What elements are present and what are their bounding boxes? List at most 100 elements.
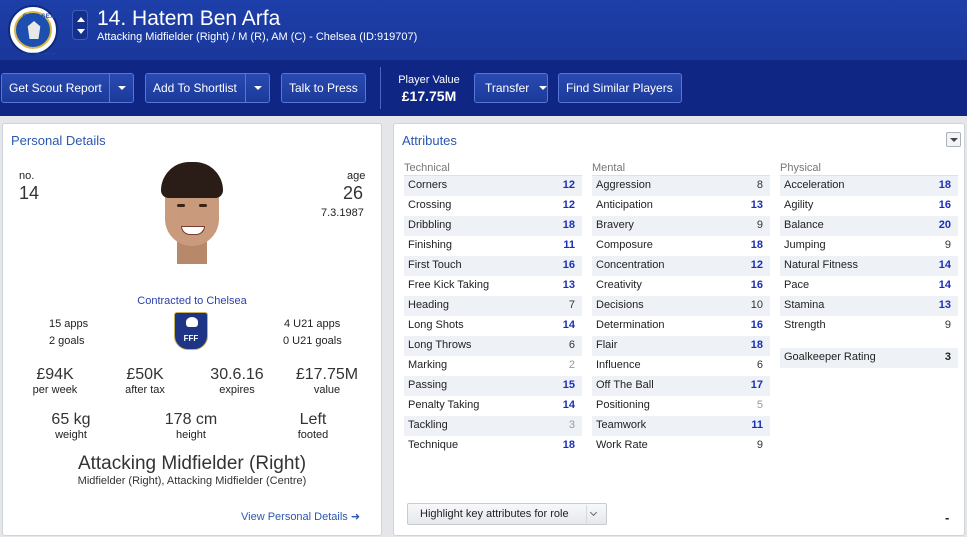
chevron-down-icon[interactable]	[109, 74, 133, 102]
attribute-value: 18	[562, 439, 575, 451]
attribute-name: Bravery	[596, 219, 634, 231]
attribute-row[interactable]: Jumping 9	[780, 236, 958, 256]
attribute-name: Marking	[408, 359, 448, 371]
attribute-row[interactable]: Agility 16	[780, 196, 958, 216]
attribute-value: 9	[944, 319, 951, 331]
attribute-value: 12	[562, 199, 575, 211]
wage-label: per week	[32, 384, 78, 396]
scout-report-button[interactable]: Get Scout Report	[1, 73, 134, 103]
attribute-name: Decisions	[596, 299, 644, 311]
attribute-name: Pace	[784, 279, 810, 291]
attribute-row[interactable]: Strength 9	[780, 316, 958, 336]
attribute-name: Aggression	[596, 179, 652, 191]
attribute-row[interactable]: Natural Fitness 14	[780, 256, 958, 276]
talk-to-press-button[interactable]: Talk to Press	[281, 73, 366, 103]
player-header: CHELSEA FOOTBALL CLUB 14. Hatem Ben Arfa…	[0, 0, 967, 60]
attribute-row[interactable]: Flair 18	[592, 336, 770, 356]
find-similar-players-button[interactable]: Find Similar Players	[558, 73, 682, 103]
attribute-row[interactable]: Marking 2	[404, 356, 582, 376]
attribute-row[interactable]: Crossing 12	[404, 196, 582, 216]
attribute-row[interactable]: Anticipation 13	[592, 196, 770, 216]
attribute-value: 9	[944, 239, 951, 251]
chevron-down-icon	[531, 74, 547, 102]
after-tax-label: after tax	[125, 384, 165, 396]
attribute-row[interactable]: Creativity 16	[592, 276, 770, 296]
attribute-row[interactable]: Long Throws 6	[404, 336, 582, 356]
attribute-row[interactable]: Long Shots 14	[404, 316, 582, 336]
attribute-row[interactable]: Pace 14	[780, 276, 958, 296]
attribute-row[interactable]: Technique 18	[404, 436, 582, 456]
attribute-row[interactable]: Decisions 10	[592, 296, 770, 316]
panel-options-dropdown[interactable]	[946, 132, 961, 147]
player-value: £17.75M	[401, 88, 457, 104]
shirt-number: 14	[19, 183, 40, 203]
attribute-row[interactable]: Composure 18	[592, 236, 770, 256]
player-title: 14. Hatem Ben Arfa	[97, 7, 281, 30]
attribute-row[interactable]: Stamina 13	[780, 296, 958, 316]
attribute-row[interactable]: Dribbling 18	[404, 216, 582, 236]
attribute-row[interactable]: Balance 20	[780, 216, 958, 236]
attribute-value: 13	[750, 199, 763, 211]
attribute-row[interactable]: Finishing 11	[404, 236, 582, 256]
panel-title: Attributes	[402, 133, 457, 148]
attribute-row[interactable]: Corners 12	[404, 176, 582, 196]
arrow-down-icon[interactable]	[77, 29, 85, 34]
shirt-number-label: no.	[19, 170, 35, 182]
secondary-positions: Midfielder (Right), Attacking Midfielder…	[77, 475, 307, 487]
attribute-name: Corners	[408, 179, 448, 191]
attribute-row[interactable]: Free Kick Taking 13	[404, 276, 582, 296]
attribute-row[interactable]: Penalty Taking 14	[404, 396, 582, 416]
club-crest-icon[interactable]: CHELSEA FOOTBALL CLUB	[8, 5, 58, 56]
after-tax: £50K	[126, 366, 164, 383]
national-team-badge-icon[interactable]: FFF	[174, 312, 208, 350]
attribute-value: 2	[568, 359, 575, 371]
attribute-row[interactable]: Tackling 3	[404, 416, 582, 436]
highlight-attributes-dropdown[interactable]: Highlight key attributes for role	[407, 503, 607, 525]
attribute-row[interactable]: Influence 6	[592, 356, 770, 376]
contract-expires: 30.6.16	[210, 366, 264, 383]
add-shortlist-button[interactable]: Add To Shortlist	[145, 73, 270, 103]
attribute-name: Technique	[408, 439, 459, 451]
attribute-name: Flair	[596, 339, 618, 351]
lion-icon	[27, 21, 41, 39]
attribute-row[interactable]: Bravery 9	[592, 216, 770, 236]
chevron-down-icon[interactable]	[245, 74, 269, 102]
attribute-row[interactable]: Heading 7	[404, 296, 582, 316]
goalkeeper-rating-row[interactable]: Goalkeeper Rating 3	[780, 348, 958, 368]
attribute-row[interactable]: Concentration 12	[592, 256, 770, 276]
player-navigation-spinner[interactable]	[72, 10, 88, 40]
rooster-icon	[186, 317, 198, 327]
attribute-name: Stamina	[784, 299, 825, 311]
chevron-down-icon	[586, 505, 600, 523]
attribute-row[interactable]: Positioning 5	[592, 396, 770, 416]
attribute-row[interactable]: Passing 15	[404, 376, 582, 396]
attribute-row[interactable]: Aggression 8	[592, 176, 770, 196]
attribute-row[interactable]: Off The Ball 17	[592, 376, 770, 396]
attribute-row[interactable]: Work Rate 9	[592, 436, 770, 456]
attribute-row[interactable]: Determination 16	[592, 316, 770, 336]
attribute-value: 16	[750, 319, 763, 331]
attribute-name: Positioning	[596, 399, 650, 411]
attribute-value: 17	[750, 379, 763, 391]
attribute-name: Composure	[596, 239, 653, 251]
attribute-value: 18	[750, 239, 763, 251]
attribute-name: Determination	[596, 319, 665, 331]
toolbar-divider	[380, 67, 381, 109]
attribute-name: Long Shots	[408, 319, 464, 331]
height: 178 cm	[164, 411, 218, 428]
attribute-row[interactable]: First Touch 16	[404, 256, 582, 276]
attribute-value: 14	[562, 399, 575, 411]
attribute-row[interactable]: Acceleration 18	[780, 176, 958, 196]
contract-status[interactable]: Contracted to Chelsea	[3, 295, 381, 307]
attribute-name: Dribbling	[408, 219, 452, 231]
attribute-row[interactable]: Teamwork 11	[592, 416, 770, 436]
view-personal-details-link[interactable]: View Personal Details ➜	[241, 510, 360, 523]
attribute-name: First Touch	[408, 259, 462, 271]
transfer-button[interactable]: Transfer	[474, 73, 548, 103]
attribute-value: 9	[756, 439, 763, 451]
attribute-value: 16	[938, 199, 951, 211]
technical-attributes-column: Technical Corners 12 Crossing 12 Dribbling 18…	[404, 162, 582, 456]
attribute-value: 7	[568, 299, 575, 311]
attribute-value: 14	[938, 259, 951, 271]
arrow-up-icon[interactable]	[77, 17, 85, 22]
